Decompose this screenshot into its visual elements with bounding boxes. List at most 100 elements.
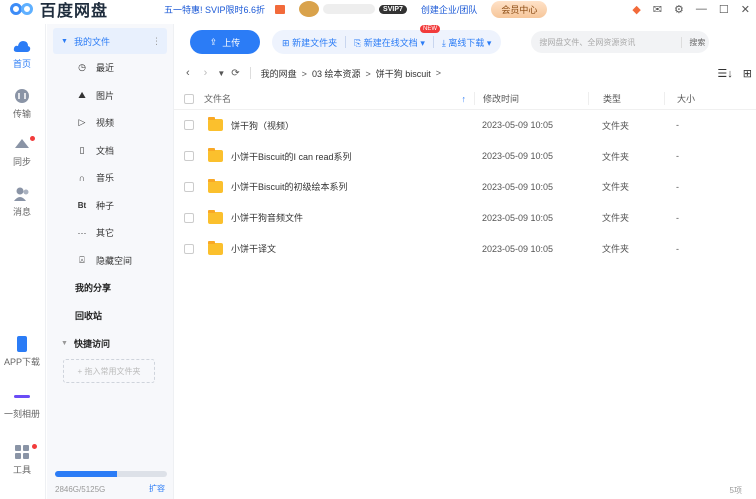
collapse-icon[interactable]: ▼ — [61, 340, 68, 347]
new-online-doc-button[interactable]: ⎘ 新建在线文档 ▾ — [354, 36, 425, 49]
new-online-doc-label: 新建在线文档 — [363, 37, 418, 48]
sidebar-item-music[interactable]: ∩ 音乐 — [47, 164, 173, 192]
doc-plus-icon: ⎘ — [354, 37, 362, 48]
sidebar-quick-access[interactable]: ▼ 快捷访问 — [47, 329, 173, 357]
column-header-name[interactable]: 文件名 ↑ — [204, 92, 474, 105]
sidebar-my-files[interactable]: ▼ 我的文件 ⋮ — [53, 28, 167, 54]
select-all-checkbox[interactable] — [184, 93, 194, 104]
minimize-icon[interactable]: — — [696, 3, 707, 15]
table-body: 饼干狗（视频） 2023-05-09 10:05 文件夹 - 小饼干Biscuit的I … — [174, 110, 756, 264]
image-icon: ⛰ — [78, 89, 86, 100]
table-row[interactable]: 小饼干Biscuit的初级绘本系列 2023-05-09 10:05 文件夹 - — [174, 172, 756, 203]
sidebar-item-label: 最近 — [96, 63, 115, 74]
rail-home[interactable]: 首页 — [0, 38, 44, 70]
new-folder-label: 新建文件夹 — [292, 37, 338, 48]
table-row[interactable]: 小饼干Biscuit的I can read系列 2023-05-09 10:05 文… — [174, 141, 756, 172]
row-checkbox[interactable] — [184, 243, 194, 254]
file-name-cell[interactable]: 小饼干译文 — [204, 240, 474, 255]
column-header-size[interactable]: 大小 — [664, 92, 744, 105]
rail-photo-album[interactable]: 一刻相册 — [0, 388, 44, 420]
avatar[interactable] — [299, 1, 320, 17]
home-cloud-icon — [13, 41, 31, 52]
column-header-type[interactable]: 类型 — [588, 92, 664, 105]
file-name-cell[interactable]: 小饼干狗音频文件 — [204, 209, 474, 224]
title-bar: 百度网盘 五一特惠! SVIP限时6.6折 SVIP7 创建企业/团队 会员中心… — [0, 0, 756, 21]
settings-icon[interactable]: ⚙ — [674, 3, 684, 16]
file-name-cell[interactable]: 小饼干Biscuit的I can read系列 — [204, 148, 474, 163]
breadcrumb-item[interactable]: 03 绘本资源 — [312, 69, 361, 79]
sidebar-item-clock[interactable]: ◷ 最近 — [47, 54, 173, 82]
file-name-cell[interactable]: 小饼干Biscuit的初级绘本系列 — [204, 178, 474, 193]
table-row[interactable]: 饼干狗（视频） 2023-05-09 10:05 文件夹 - — [174, 110, 756, 141]
rail-app-download[interactable]: APP下载 — [0, 336, 44, 368]
row-checkbox[interactable] — [184, 120, 194, 131]
table-row[interactable]: 小饼干狗音频文件 2023-05-09 10:05 文件夹 - — [174, 202, 756, 233]
sort-ascending-icon: ↑ — [461, 93, 467, 104]
modified-time: 2023-05-09 10:05 — [482, 181, 554, 192]
promo-link[interactable]: 五一特惠! SVIP限时6.6折 — [164, 3, 265, 16]
sidebar-item-label: 图片 — [96, 90, 115, 101]
file-size: - — [676, 243, 679, 254]
refresh-icon[interactable]: ⟳ — [231, 68, 239, 79]
history-dropdown-icon[interactable]: ▼ — [217, 69, 225, 78]
folder-icon — [208, 209, 223, 224]
rail-label: 传输 — [12, 109, 31, 119]
table-row[interactable]: 小饼干译文 2023-05-09 10:05 文件夹 - — [174, 233, 756, 264]
sidebar-item-label: 种子 — [96, 200, 115, 211]
back-icon[interactable]: ‹ — [186, 67, 190, 79]
app-logo: 百度网盘 — [10, 0, 108, 21]
row-checkbox[interactable] — [184, 151, 194, 162]
grid-view-icon[interactable]: ⊞ — [743, 67, 752, 80]
add-favorite-folder-dropzone[interactable]: + 拖入常用文件夹 — [63, 359, 155, 383]
forward-icon[interactable]: › — [204, 67, 208, 79]
notification-dot — [32, 444, 37, 449]
folder-plus-icon: ⊞ — [282, 37, 290, 48]
username — [323, 4, 376, 14]
expand-storage-link[interactable]: 扩容 — [149, 483, 165, 494]
sidebar-item-doc[interactable]: ▯ 文档 — [47, 137, 173, 165]
sidebar-item-label: 视频 — [96, 118, 115, 129]
sidebar-item-torrent[interactable]: Bt 种子 — [47, 192, 173, 220]
sidebar-item-label: 隐藏空间 — [96, 255, 133, 266]
search-input[interactable]: 搜网盘文件、全网资源资讯 搜索 — [531, 31, 710, 53]
rail-tools[interactable]: 工具 — [0, 444, 44, 476]
toolbar: ⇪ 上传 ⊞ 新建文件夹 ⎘ 新建在线文档 ▾ NEW ⤓ 离线下载 ▾ 搜网盘… — [174, 24, 756, 60]
file-name-cell[interactable]: 饼干狗（视频） — [204, 117, 474, 132]
new-folder-button[interactable]: ⊞ 新建文件夹 — [282, 36, 337, 49]
sidebar-item-video[interactable]: ▷ 视频 — [47, 109, 173, 137]
column-header-time[interactable]: 修改时间 — [474, 92, 588, 105]
upload-button[interactable]: ⇪ 上传 — [190, 30, 260, 54]
collapse-icon[interactable]: ▼ — [61, 38, 68, 45]
rail-sync[interactable]: 同步 — [0, 136, 44, 168]
more-options-icon[interactable]: ⋮ — [152, 36, 161, 47]
file-name: 饼干狗（视频） — [231, 120, 295, 131]
member-center-button[interactable]: 会员中心 — [491, 0, 548, 18]
gift-icon[interactable] — [275, 4, 286, 14]
sidebar-item-more[interactable]: ··· 其它 — [47, 219, 173, 247]
rail-transfer[interactable]: 传输 — [0, 88, 44, 120]
file-name: 小饼干Biscuit的初级绘本系列 — [231, 182, 348, 193]
file-type: 文件夹 — [602, 120, 630, 131]
maximize-icon[interactable]: ☐ — [719, 3, 729, 16]
game-icon[interactable]: ◆ — [632, 3, 640, 16]
offline-download-button[interactable]: ⤓ 离线下载 ▾ — [442, 36, 492, 49]
close-icon[interactable]: ✕ — [741, 3, 750, 16]
row-checkbox[interactable] — [184, 212, 194, 223]
sort-icon[interactable]: ☰↓ — [717, 67, 732, 80]
sidebar-item-my-share[interactable]: 我的分享 — [47, 274, 173, 302]
baidu-cloud-logo-icon — [10, 2, 36, 16]
sidebar-item-lock[interactable]: ⍓ 隐藏空间 — [47, 247, 173, 275]
breadcrumb-item[interactable]: 饼干狗 biscuit — [376, 69, 431, 79]
breadcrumb-item[interactable]: 我的网盘 — [261, 69, 297, 79]
file-name: 小饼干狗音频文件 — [231, 213, 304, 224]
rail-messages[interactable]: 消息 — [0, 186, 44, 218]
folder-icon — [208, 240, 223, 255]
file-size: - — [676, 181, 679, 192]
sidebar-item-recycle[interactable]: 回收站 — [47, 302, 173, 330]
mail-icon[interactable]: ✉ — [653, 3, 662, 16]
row-checkbox[interactable] — [184, 181, 194, 192]
rail-label: 一刻相册 — [3, 409, 40, 419]
search-button[interactable]: 搜索 — [681, 36, 709, 48]
sidebar-item-image[interactable]: ⛰ 图片 — [47, 82, 173, 110]
create-team-link[interactable]: 创建企业/团队 — [421, 3, 478, 16]
